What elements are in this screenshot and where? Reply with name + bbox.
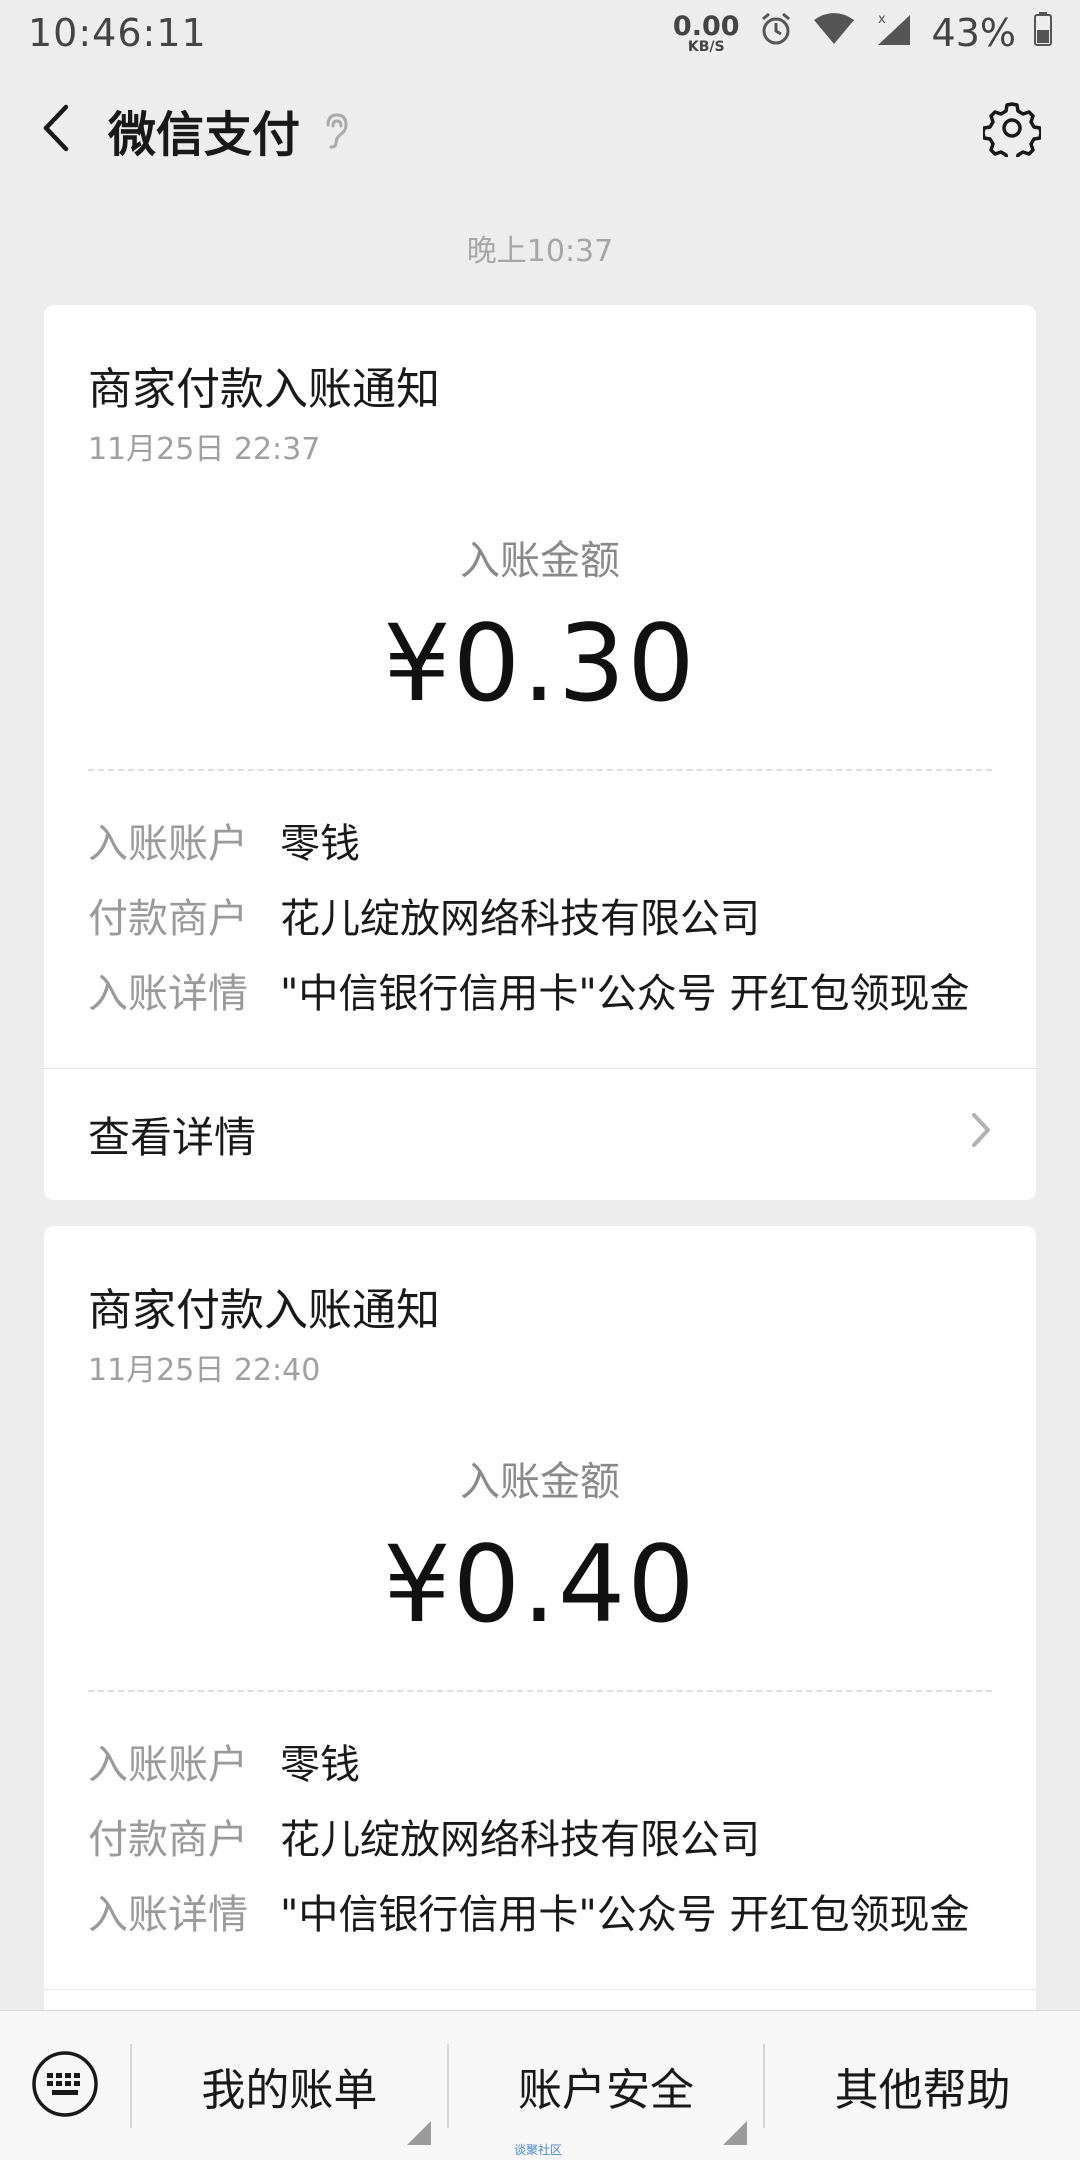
card-date: 11月25日 22:40	[88, 1352, 321, 1388]
info-value: "中信银行信用卡"公众号 开红包领现金	[280, 970, 970, 1017]
menu-other-help[interactable]: 其他帮助	[765, 2011, 1080, 2160]
info-key: 付款商户	[88, 895, 248, 942]
amount-value: ¥0.30	[383, 601, 697, 725]
gear-icon	[981, 99, 1043, 164]
keyboard-toggle-button[interactable]	[0, 2011, 130, 2160]
info-value: "中信银行信用卡"公众号 开红包领现金	[280, 1891, 970, 1938]
battery-icon	[1034, 11, 1052, 55]
card-date: 11月25日 22:37	[88, 431, 321, 467]
status-bar: 10:46:11 0.00 KB/S x 43%	[0, 0, 1080, 66]
notification-card: 商家付款入账通知 11月25日 22:37 入账金额 ¥0.30 入账账户 零钱…	[44, 305, 1036, 1200]
ear-icon[interactable]	[320, 111, 350, 149]
info-value: 花儿绽放网络科技有限公司	[280, 895, 760, 942]
menu-my-bills[interactable]: 我的账单	[132, 2011, 447, 2160]
info-list: 入账账户 零钱 付款商户 花儿绽放网络科技有限公司 入账详情 "中信银行信用卡"…	[88, 1692, 992, 1989]
amount-label: 入账金额	[460, 1458, 620, 1505]
page-title: 微信支付	[108, 107, 301, 163]
nav-bar: 微信支付	[0, 66, 1080, 194]
keyboard-icon	[30, 2049, 100, 2123]
status-icons: 0.00 KB/S x 43%	[673, 11, 1052, 56]
card-title: 商家付款入账通知	[88, 1285, 440, 1336]
info-key: 入账账户	[88, 1741, 248, 1788]
back-button[interactable]	[0, 66, 110, 194]
info-key: 付款商户	[88, 1816, 248, 1863]
amount-value: ¥0.40	[383, 1522, 697, 1646]
info-row: 入账账户 零钱	[88, 807, 992, 882]
info-row: 付款商户 花儿绽放网络科技有限公司	[88, 1803, 992, 1878]
chevron-right-icon	[970, 1110, 992, 1159]
info-key: 入账详情	[88, 1891, 248, 1938]
net-speed-value: 0.00	[672, 10, 740, 42]
watermark: 谈聚社区	[514, 2143, 563, 2157]
back-arrow-icon	[40, 103, 70, 157]
menu-label: 账户安全	[518, 2064, 694, 2116]
menu-account-security[interactable]: 账户安全	[449, 2011, 764, 2160]
submenu-indicator-icon	[406, 2120, 431, 2145]
settings-button[interactable]	[978, 96, 1046, 164]
net-speed-unit: KB/S	[687, 38, 725, 55]
info-key: 入账详情	[88, 970, 248, 1017]
signal-icon: x	[874, 11, 914, 56]
menu-label: 我的账单	[201, 2064, 378, 2116]
view-details-label: 查看详情	[88, 1112, 257, 1162]
info-key: 入账账户	[88, 820, 248, 867]
info-value: 零钱	[280, 1741, 360, 1788]
battery-percentage: 43%	[931, 11, 1016, 55]
bottom-menu: 我的账单 账户安全 其他帮助 谈聚社区	[0, 2010, 1080, 2160]
info-value: 零钱	[280, 820, 360, 867]
time-divider: 晚上10:37	[466, 234, 614, 269]
svg-text:x: x	[878, 12, 886, 27]
notification-card: 商家付款入账通知 11月25日 22:40 入账金额 ¥0.40 入账账户 零钱…	[44, 1226, 1036, 2026]
status-time: 10:46:11	[28, 11, 207, 55]
view-details-link[interactable]: 查看详情	[44, 1067, 1036, 1200]
amount-label: 入账金额	[460, 537, 620, 584]
wifi-icon	[812, 11, 856, 55]
info-row: 入账账户 零钱	[88, 1728, 992, 1803]
info-row: 入账详情 "中信银行信用卡"公众号 开红包领现金	[88, 957, 992, 1032]
info-value: 花儿绽放网络科技有限公司	[280, 1816, 760, 1863]
net-speed: 0.00 KB/S	[673, 13, 740, 54]
alarm-icon	[758, 11, 794, 56]
card-title: 商家付款入账通知	[88, 364, 440, 415]
card-body: 商家付款入账通知 11月25日 22:40 入账金额 ¥0.40 入账账户 零钱…	[44, 1226, 1036, 1989]
info-list: 入账账户 零钱 付款商户 花儿绽放网络科技有限公司 入账详情 "中信银行信用卡"…	[88, 771, 992, 1068]
card-body: 商家付款入账通知 11月25日 22:37 入账金额 ¥0.30 入账账户 零钱…	[44, 305, 1036, 1068]
info-row: 付款商户 花儿绽放网络科技有限公司	[88, 882, 992, 957]
menu-label: 其他帮助	[834, 2064, 1011, 2116]
submenu-indicator-icon	[723, 2120, 748, 2145]
info-row: 入账详情 "中信银行信用卡"公众号 开红包领现金	[88, 1878, 992, 1953]
page: 10:46:11 0.00 KB/S x 43% 微信支付 晚上10:37 商家…	[0, 0, 1080, 2160]
